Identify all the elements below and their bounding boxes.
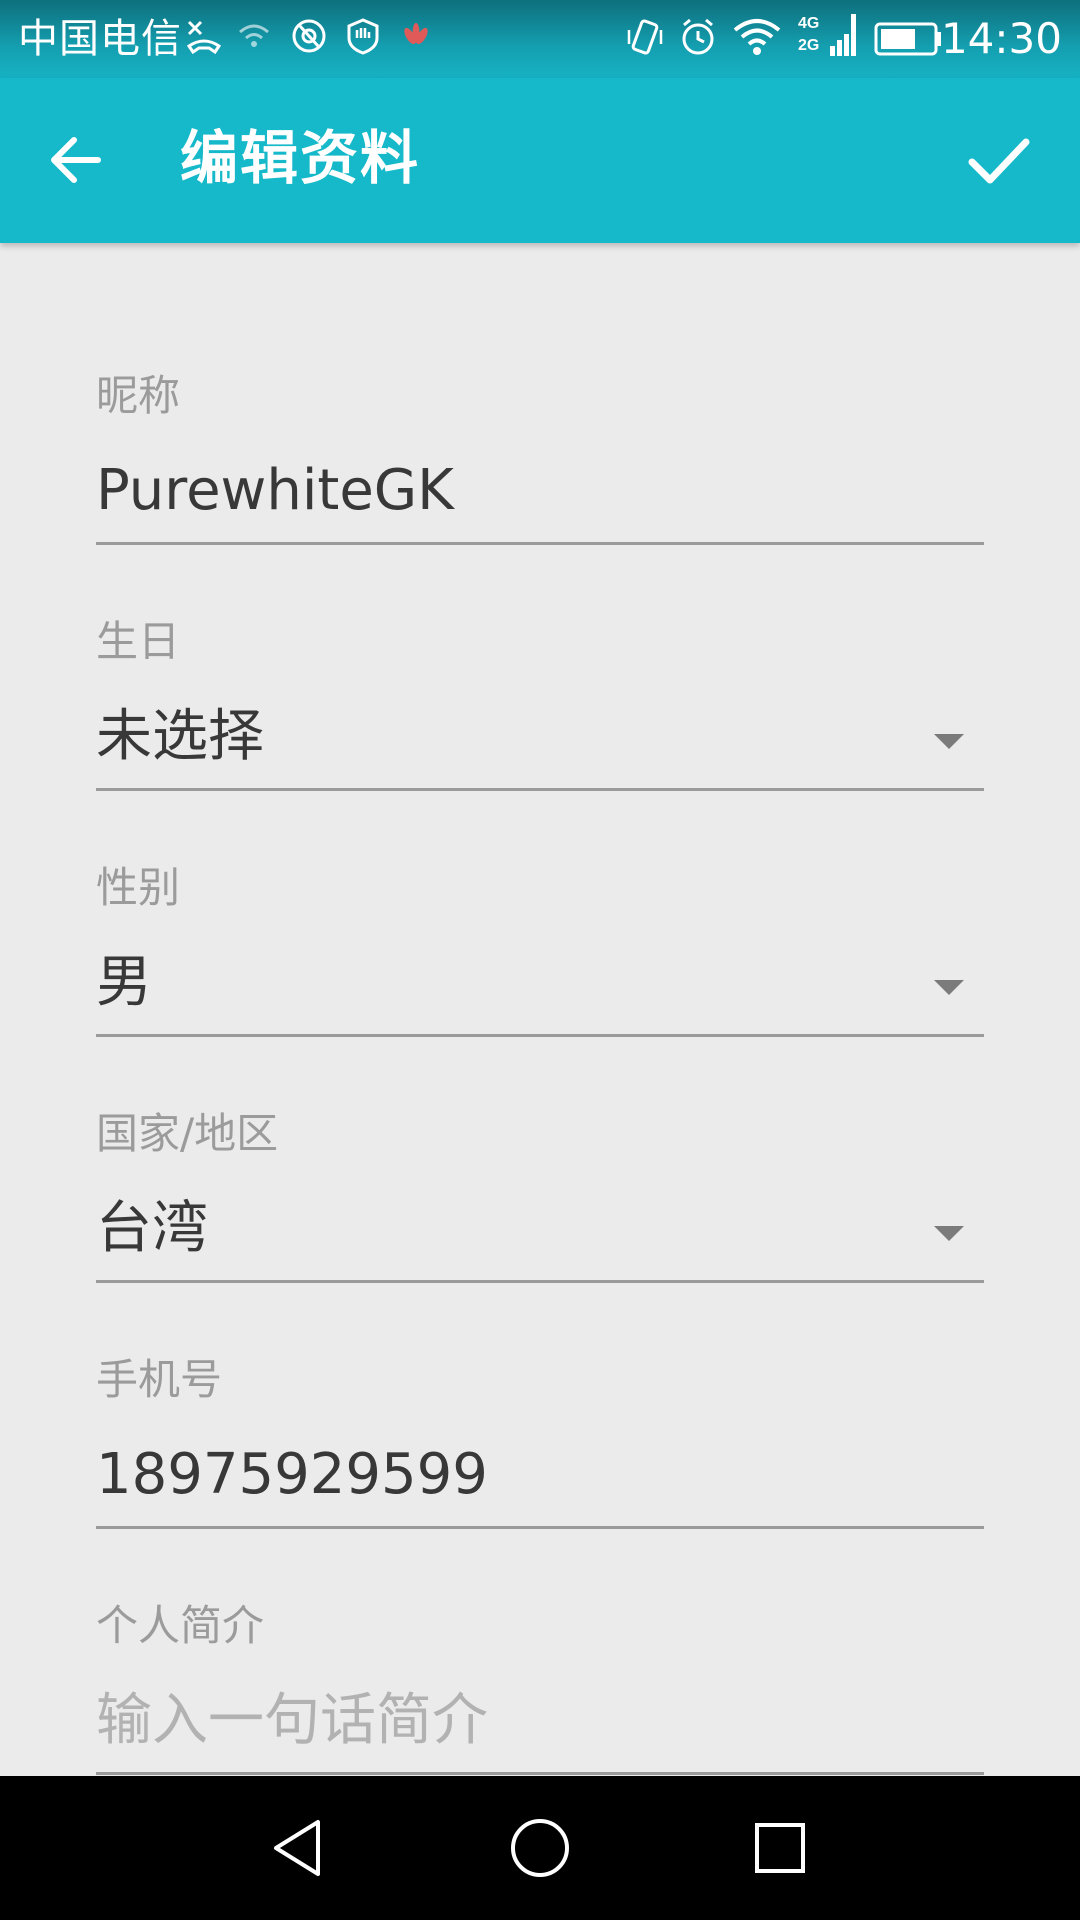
network-tag-top: 4G [798,15,819,32]
nav-home-button[interactable] [504,1812,576,1884]
shield-icon [344,16,382,60]
wifi-assist-icon [236,16,272,60]
birthday-field[interactable]: 生日 未选择 [96,616,984,796]
phone-input[interactable]: 18975929599 [96,1440,488,1510]
nickname-label: 昵称 [96,371,181,420]
bio-input[interactable]: 输入一句话简介 [96,1686,488,1756]
gender-label: 性别 [96,863,181,912]
region-underline [96,1280,984,1283]
nickname-field[interactable]: 昵称 PurewhiteGK [96,370,984,550]
carrier-label: 中国电信 [18,16,182,62]
confirm-button[interactable] [954,116,1044,206]
back-triangle-icon [274,1820,320,1876]
alarm-icon [678,16,718,62]
network-tag-bottom: 2G [798,37,819,54]
dropdown-arrow-icon[interactable] [934,734,964,749]
circle-app-icon [290,16,328,60]
nav-back-button[interactable] [264,1812,336,1884]
phone-field[interactable]: 手机号 18975929599 [96,1354,984,1534]
bio-underline [96,1772,984,1775]
phone-label: 手机号 [96,1355,223,1404]
birthday-select[interactable]: 未选择 [96,702,264,772]
gender-underline [96,1034,984,1037]
region-select[interactable]: 台湾 [96,1194,208,1264]
dropdown-arrow-icon[interactable] [934,1226,964,1241]
birthday-underline [96,788,984,791]
back-button[interactable] [38,120,128,200]
region-label: 国家/地区 [96,1109,279,1158]
arrow-left-icon [51,137,101,183]
vibrate-icon [625,16,665,62]
check-icon [968,138,1030,184]
phone-underline [96,1526,984,1529]
signal-icon: 4G 2G [796,10,856,66]
nav-recents-button[interactable] [744,1812,816,1884]
status-time: 14:30 [940,14,1062,63]
status-bar: 中国电信 4G 2G 14:30 [0,0,1080,78]
bio-field[interactable]: 个人简介 输入一句话简介 [96,1600,984,1780]
nickname-input[interactable]: PurewhiteGK [96,456,454,526]
gender-field[interactable]: 性别 男 [96,862,984,1042]
app-bar: 编辑资料 [0,78,1080,243]
edit-profile-screen: 中国电信 4G 2G 14:30 编辑资料 昵称 PurewhiteGK 生日 … [0,0,1080,1920]
battery-icon [874,20,944,62]
huawei-logo-icon [398,16,434,60]
region-field[interactable]: 国家/地区 台湾 [96,1108,984,1288]
navigation-bar [0,1776,1080,1920]
bio-label: 个人简介 [96,1601,265,1650]
birthday-label: 生日 [96,617,181,666]
wifi-icon [732,16,782,62]
dropdown-arrow-icon[interactable] [934,980,964,995]
nickname-underline [96,542,984,545]
recents-square-icon [755,1823,805,1873]
page-title: 编辑资料 [180,124,421,192]
gender-select[interactable]: 男 [96,948,152,1018]
home-circle-icon [511,1819,569,1877]
missed-call-icon [185,16,223,60]
